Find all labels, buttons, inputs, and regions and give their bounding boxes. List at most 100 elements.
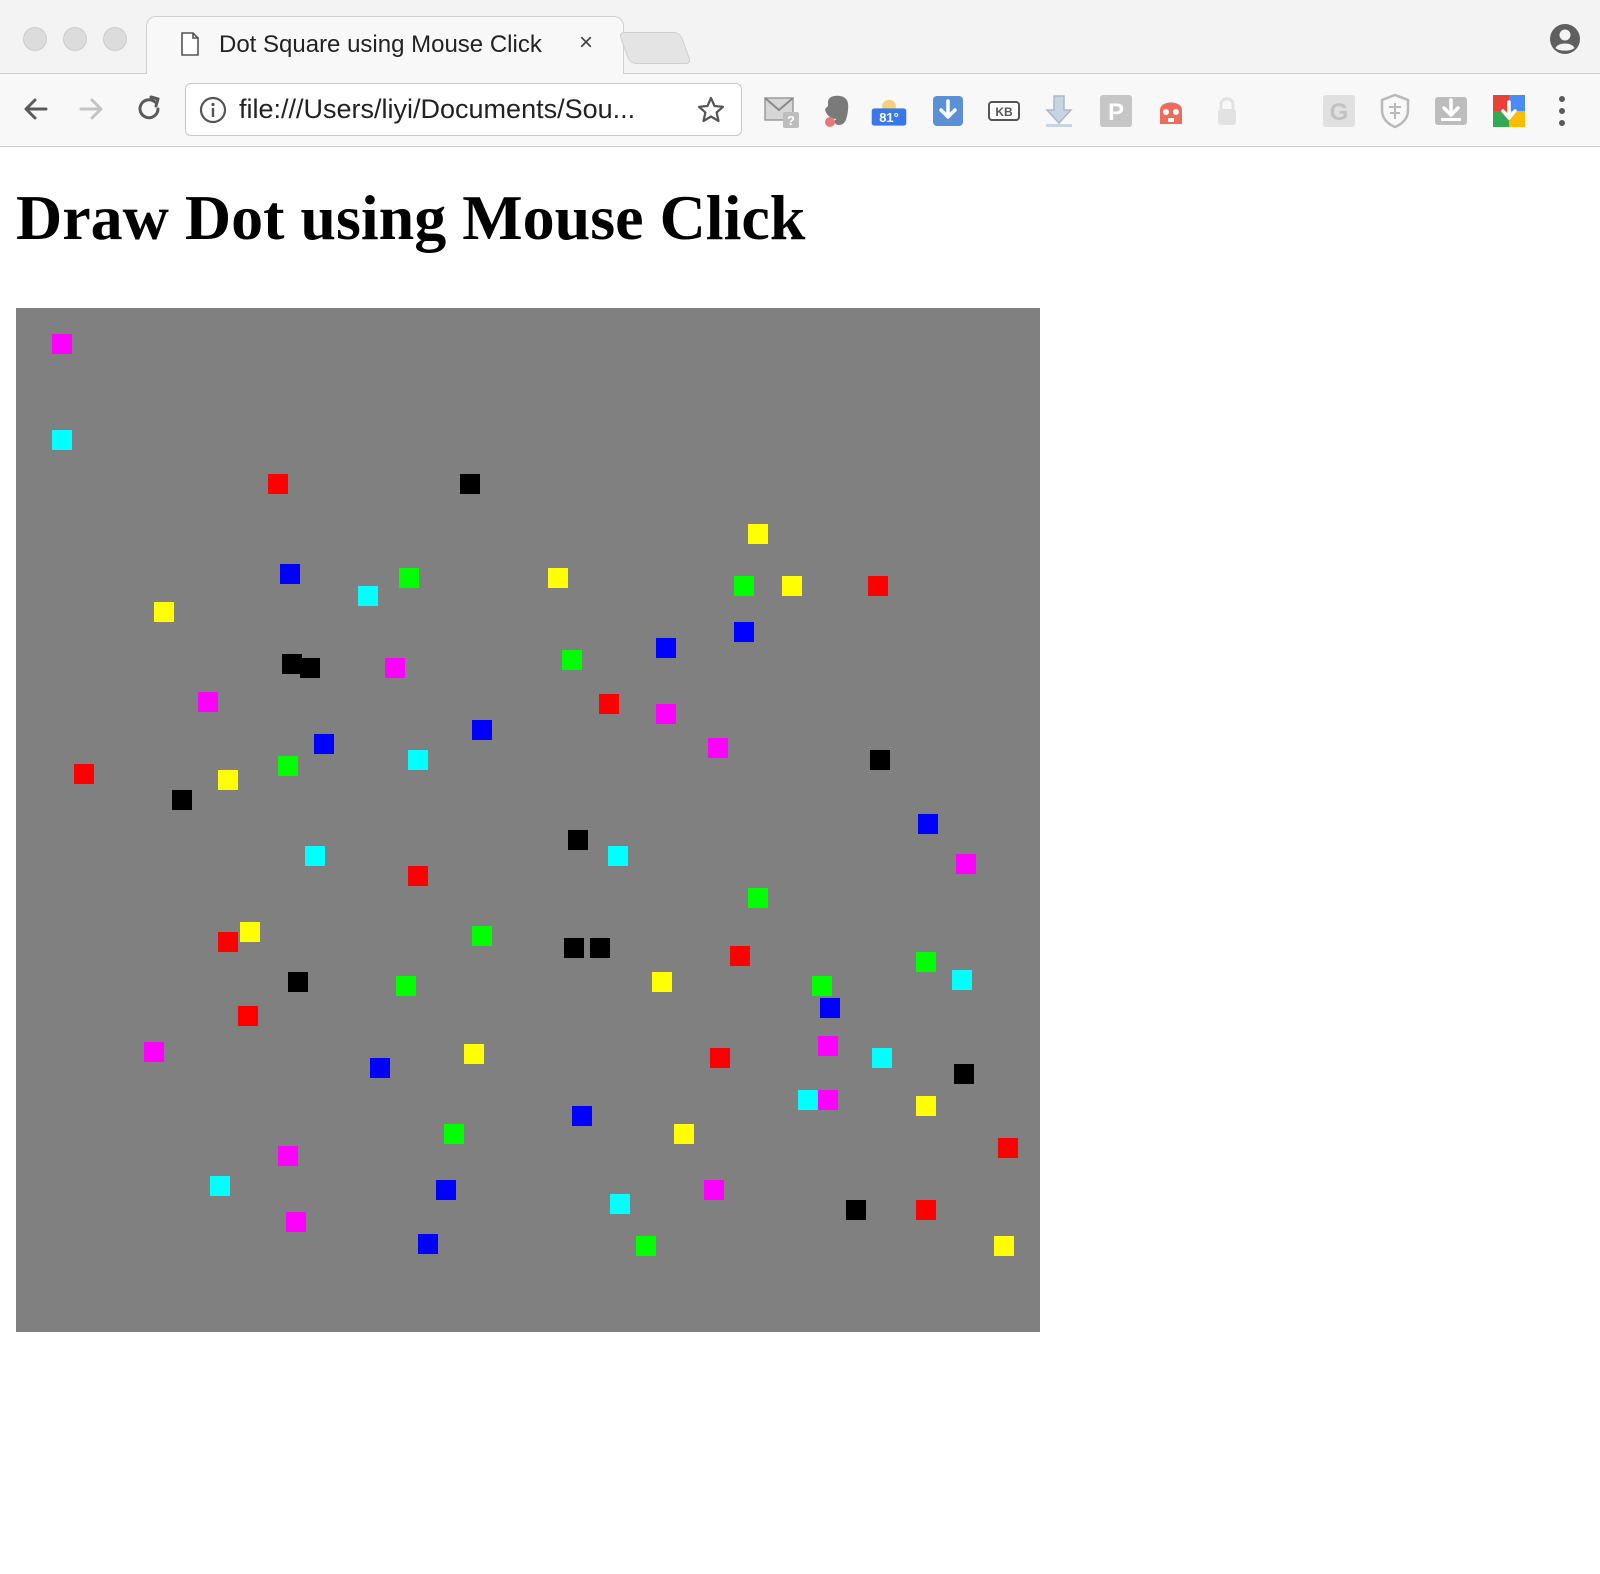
dot-square (564, 938, 584, 958)
dot-square (370, 1058, 390, 1078)
dot-square (572, 1106, 592, 1126)
dot-square (734, 622, 754, 642)
dot-square (286, 1212, 306, 1232)
lock-extension-icon[interactable] (1208, 92, 1246, 130)
dot-square (444, 1124, 464, 1144)
dot-square (282, 654, 302, 674)
window-close-button[interactable] (23, 27, 47, 51)
dot-square (280, 564, 300, 584)
dot-square (870, 750, 890, 770)
dot-square (385, 658, 405, 678)
evernote-icon[interactable] (818, 92, 856, 130)
page-icon (181, 32, 199, 56)
google-drive-save-icon[interactable] (1490, 92, 1528, 130)
dot-square (460, 474, 480, 494)
window-minimize-button[interactable] (63, 27, 87, 51)
window-zoom-button[interactable] (103, 27, 127, 51)
dot-square (548, 568, 568, 588)
dot-square (408, 750, 428, 770)
weather-icon[interactable]: 81° (870, 92, 908, 130)
dot-square (599, 694, 619, 714)
dot-square (916, 1200, 936, 1220)
back-arrow-icon[interactable] (18, 91, 54, 127)
dot-square (358, 586, 378, 606)
dot-square (238, 1006, 258, 1026)
dot-square (210, 1176, 230, 1196)
dot-square (812, 976, 832, 996)
bookmark-star-icon[interactable] (696, 95, 726, 125)
gmail-checker-icon[interactable]: ? (763, 92, 801, 130)
download-arrow-icon[interactable] (1040, 92, 1078, 130)
profile-icon[interactable] (1549, 23, 1581, 55)
dot-square (396, 976, 416, 996)
save-download-icon[interactable] (1432, 92, 1470, 130)
dot-square (846, 1200, 866, 1220)
dot-square (916, 952, 936, 972)
reload-icon[interactable] (131, 91, 167, 127)
dot-square (562, 650, 582, 670)
dot-square (818, 1090, 838, 1110)
dot-square (278, 756, 298, 776)
address-bar[interactable]: file:///Users/liyi/Documents/Sou... (185, 83, 742, 136)
dot-square (198, 692, 218, 712)
dot-square (820, 998, 840, 1018)
new-tab-button[interactable] (618, 32, 692, 64)
dot-square (590, 938, 610, 958)
p-label: P (1108, 99, 1124, 126)
dot-square (568, 830, 588, 850)
svg-text:?: ? (787, 113, 795, 128)
dot-square (656, 638, 676, 658)
p-extension-icon[interactable]: P (1097, 92, 1135, 130)
g-label: G (1330, 99, 1349, 126)
dot-canvas-svg[interactable] (16, 308, 1040, 1332)
url-text[interactable]: file:///Users/liyi/Documents/Sou... (239, 94, 635, 125)
dot-square (868, 576, 888, 596)
weather-temperature: 81° (879, 110, 899, 125)
drawing-canvas[interactable] (16, 308, 1040, 1332)
dot-square (436, 1180, 456, 1200)
info-icon[interactable] (199, 96, 227, 124)
download-manager-icon[interactable] (929, 92, 967, 130)
grammarly-icon[interactable]: G (1320, 92, 1358, 130)
shield-icon[interactable] (1376, 92, 1414, 130)
dot-square (818, 1036, 838, 1056)
forward-arrow-icon[interactable] (73, 91, 109, 127)
kb-label: KB (995, 105, 1013, 119)
kb-extension-icon[interactable]: KB (985, 92, 1023, 130)
dot-square (652, 972, 672, 992)
dot-square (952, 970, 972, 990)
dot-square (218, 770, 238, 790)
dot-square (305, 846, 325, 866)
dot-square (656, 704, 676, 724)
canvas-background[interactable] (16, 308, 1040, 1332)
dot-square (610, 1194, 630, 1214)
dot-square (994, 1236, 1014, 1256)
dot-square (710, 1048, 730, 1068)
dot-square (916, 1096, 936, 1116)
dot-square (464, 1044, 484, 1064)
dot-square (734, 576, 754, 596)
dot-square (472, 926, 492, 946)
dot-square (418, 1234, 438, 1254)
tab-title: Dot Square using Mouse Click (219, 31, 542, 58)
browser-toolbar: file:///Users/liyi/Documents/Sou... ? 81… (0, 74, 1600, 147)
dot-square (268, 474, 288, 494)
vpn-mascot-icon[interactable] (1152, 92, 1190, 130)
active-tab[interactable]: Dot Square using Mouse Click × (146, 16, 624, 75)
dot-square (144, 1042, 164, 1062)
dot-square (154, 602, 174, 622)
dot-square (954, 1064, 974, 1084)
dot-square (636, 1236, 656, 1256)
more-menu-icon[interactable] (1556, 94, 1568, 128)
dot-square (172, 790, 192, 810)
dot-square (300, 658, 320, 678)
dot-square (998, 1138, 1018, 1158)
dot-square (782, 576, 802, 596)
dot-square (74, 764, 94, 784)
dot-square (674, 1124, 694, 1144)
tab-close-icon[interactable]: × (579, 29, 593, 57)
dot-square (708, 738, 728, 758)
dot-square (608, 846, 628, 866)
dot-square (52, 430, 72, 450)
dot-square (314, 734, 334, 754)
